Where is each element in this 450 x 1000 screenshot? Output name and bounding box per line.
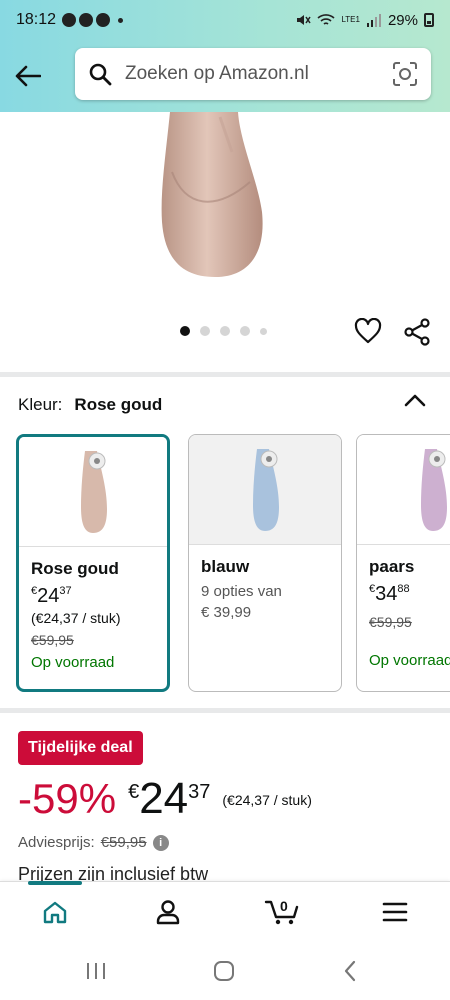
swatch-paars[interactable]: paars €3488 €59,95 Op voorraad — [356, 434, 450, 692]
swatch-image — [189, 435, 341, 545]
carousel-dot[interactable] — [180, 326, 190, 336]
messenger-icon — [62, 13, 77, 27]
carousel-dots — [180, 326, 267, 336]
swatch-stock: Op voorraad — [369, 652, 450, 669]
notification-icons — [62, 13, 111, 27]
wishlist-button[interactable] — [352, 315, 384, 347]
status-right: LTE1 29% — [295, 12, 434, 29]
collapse-button[interactable] — [400, 388, 430, 412]
carousel-dot[interactable] — [220, 326, 230, 336]
account-icon — [156, 900, 180, 925]
search-bar[interactable]: Zoeken op Amazon.nl — [75, 48, 431, 100]
network-label: LTE1 — [341, 15, 360, 24]
swatch-price: €2437 — [31, 585, 72, 607]
swatch-options: 9 opties van — [201, 583, 282, 600]
nav-menu[interactable] — [355, 882, 435, 942]
signal-icon — [366, 14, 381, 27]
chevron-up-icon — [404, 394, 426, 407]
swatch-stock: Op voorraad — [31, 654, 115, 671]
swatch-unit-price: (€24,37 / stuk) — [31, 610, 121, 626]
swatch-blauw[interactable]: blauw 9 opties van € 39,99 — [188, 434, 342, 692]
price-block: -59% € 24 37 (€24,37 / stuk) — [18, 775, 312, 823]
color-label: Kleur: — [18, 395, 63, 414]
swatch-product-image — [253, 448, 279, 531]
status-time: 18:12 — [16, 11, 57, 28]
back-chevron-icon — [344, 960, 356, 982]
section-divider — [0, 372, 450, 377]
info-icon[interactable]: i — [152, 834, 169, 851]
home-circle-icon — [214, 961, 234, 981]
camera-search-icon[interactable] — [391, 60, 419, 88]
nav-home[interactable] — [15, 882, 95, 942]
share-icon — [404, 318, 430, 346]
section-divider — [0, 708, 450, 713]
rrp-label: Adviesprijs: — [18, 834, 95, 851]
cart-count: 0 — [280, 898, 288, 914]
header: 18:12 LTE1 29% Zoeken op Amazon.nl — [0, 0, 450, 112]
swatch-rose-goud[interactable]: Rose goud €2437 (€24,37 / stuk) €59,95 O… — [16, 434, 170, 692]
color-value: Rose goud — [74, 395, 163, 414]
back-arrow-icon — [15, 65, 41, 87]
search-icon — [87, 61, 113, 87]
swatch-name: paars — [369, 557, 415, 576]
swatch-product-image — [81, 450, 107, 533]
nav-cart[interactable]: 0 — [242, 882, 322, 942]
bottom-navigation: 0 — [0, 881, 450, 941]
messenger-icon — [96, 13, 111, 27]
back-button[interactable] — [10, 58, 46, 94]
carousel-dot[interactable] — [200, 326, 210, 336]
back-system-button[interactable] — [330, 955, 370, 987]
swatch-was-price: €59,95 — [31, 632, 74, 648]
current-price: € 24 37 — [128, 774, 211, 823]
swatch-from-price: € 39,99 — [201, 604, 252, 621]
status-bar: 18:12 LTE1 29% — [0, 0, 450, 40]
swatch-was-price: €59,95 — [369, 614, 412, 630]
nav-account[interactable] — [128, 882, 208, 942]
swatch-name: Rose goud — [31, 559, 119, 578]
heart-icon — [354, 318, 382, 344]
search-input[interactable]: Zoeken op Amazon.nl — [125, 63, 391, 85]
carousel-dot[interactable] — [260, 327, 267, 335]
rrp-value: €59,95 — [100, 834, 147, 851]
product-page: 18:12 LTE1 29% Zoeken op Amazon.nl Kleur… — [0, 0, 450, 1000]
color-swatches: Rose goud €2437 (€24,37 / stuk) €59,95 O… — [16, 434, 450, 694]
color-selector-header[interactable]: Kleur: Rose goud — [18, 395, 162, 415]
home-system-button[interactable] — [204, 955, 244, 987]
battery-percent: 29% — [387, 11, 418, 29]
recent-apps-icon — [87, 963, 105, 979]
discount-percent: -59% — [18, 775, 117, 822]
carousel-dot[interactable] — [240, 326, 250, 336]
deal-badge: Tijdelijke deal — [18, 731, 143, 765]
tax-note: Prijzen zijn inclusief btw — [18, 864, 209, 882]
system-navigation — [0, 941, 450, 1000]
whatsapp-icon — [79, 13, 94, 27]
mute-icon — [297, 15, 312, 25]
battery-icon — [424, 13, 434, 27]
more-notifications-icon — [118, 17, 124, 23]
unit-price: (€24,37 / stuk) — [222, 792, 312, 808]
list-price: Adviesprijs: €59,95 i — [18, 834, 169, 851]
home-icon — [43, 901, 67, 924]
swatch-image — [19, 437, 167, 547]
swatch-product-image — [421, 448, 447, 531]
share-button[interactable] — [402, 317, 432, 347]
swatch-image — [357, 435, 450, 545]
wifi-icon — [317, 14, 335, 25]
swatch-price: €3488 — [369, 583, 410, 605]
menu-icon — [382, 902, 408, 922]
recent-apps-button[interactable] — [76, 955, 116, 987]
swatch-name: blauw — [201, 557, 250, 576]
